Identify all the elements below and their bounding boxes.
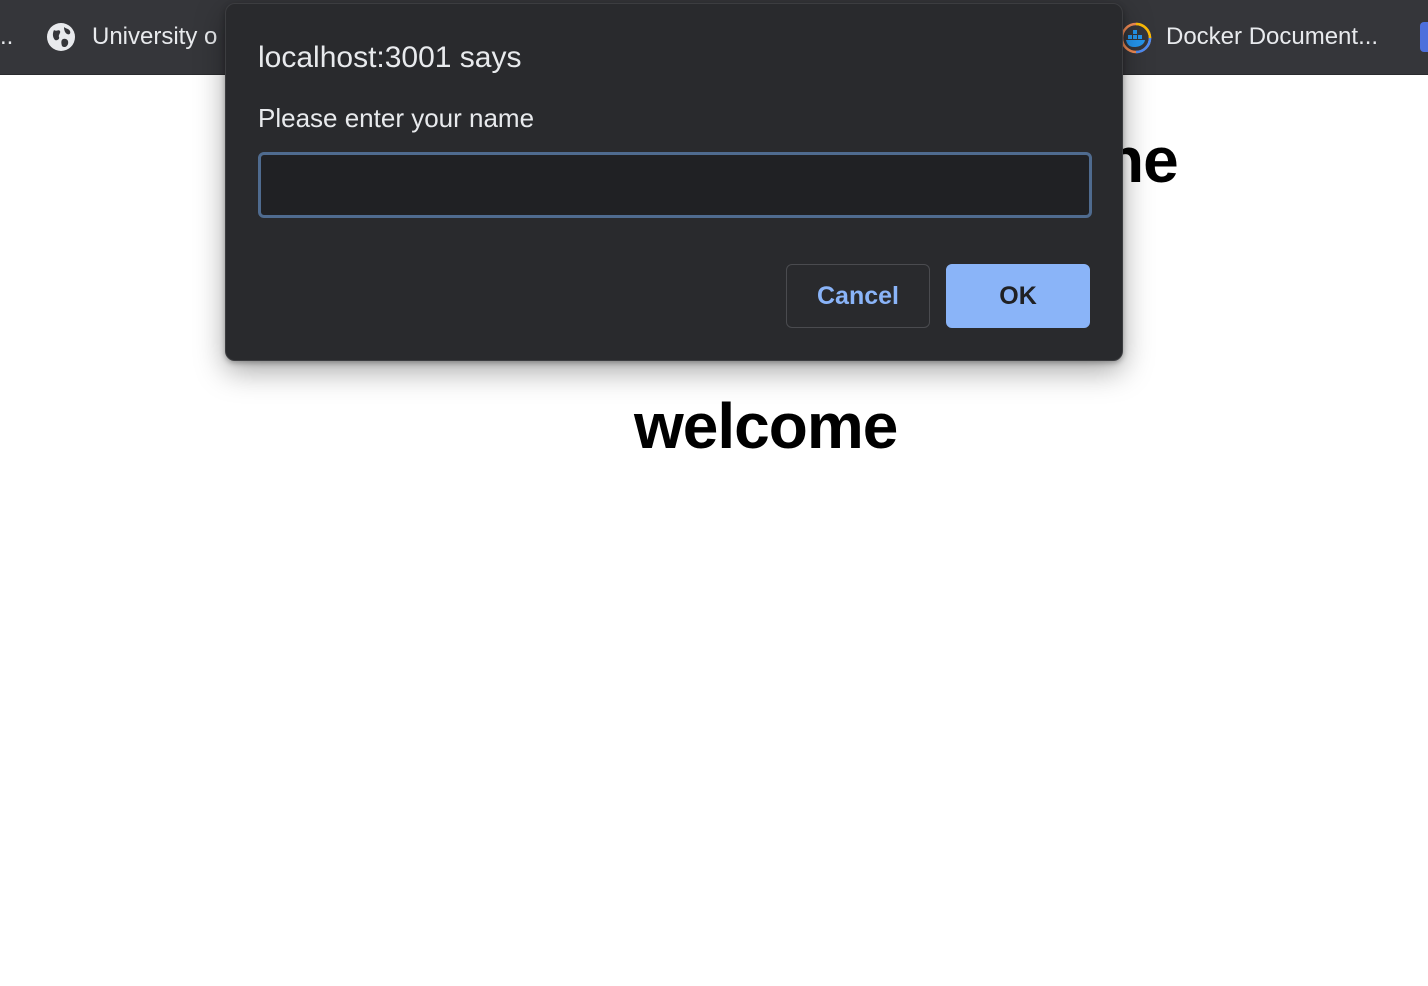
bookmarks-overflow[interactable]: .. xyxy=(0,20,13,54)
bookmark-university-label: University o xyxy=(92,23,218,50)
name-input[interactable] xyxy=(258,152,1092,218)
cancel-button[interactable]: Cancel xyxy=(786,264,930,328)
prompt-dialog: localhost:3001 says Please enter your na… xyxy=(225,3,1123,361)
globe-icon xyxy=(46,22,76,52)
ok-button[interactable]: OK xyxy=(946,264,1090,328)
welcome-heading: welcome xyxy=(634,390,898,462)
bookmark-partial-icon[interactable] xyxy=(1420,22,1428,52)
docker-icon xyxy=(1120,22,1152,54)
bookmark-docker-label: Docker Document... xyxy=(1166,23,1379,50)
bookmark-university[interactable]: University o xyxy=(46,20,217,54)
browser-page: .. University o Docker Document... ne we… xyxy=(0,0,1428,986)
dialog-title: localhost:3001 says xyxy=(258,41,522,74)
bookmark-docker[interactable]: Docker Document... xyxy=(1120,20,1378,54)
dialog-message: Please enter your name xyxy=(258,103,535,133)
